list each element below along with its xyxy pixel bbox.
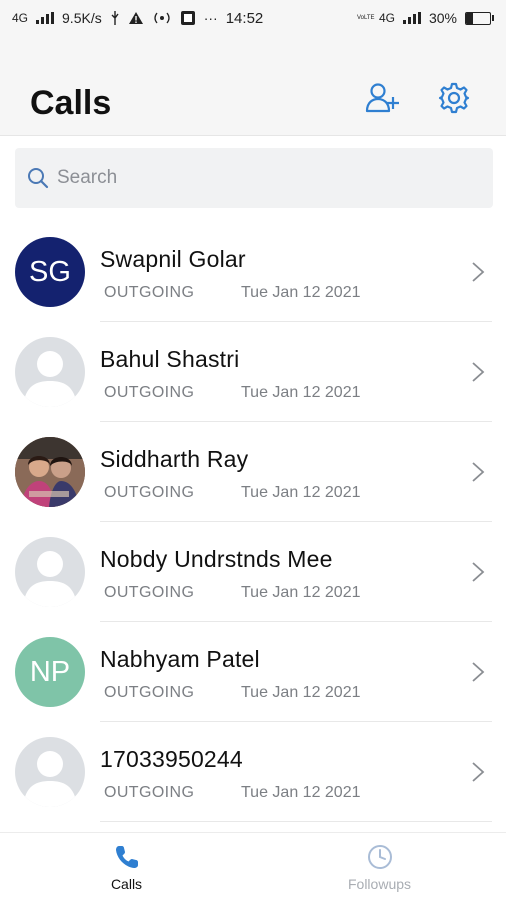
search-input[interactable] <box>57 167 457 189</box>
chevron-right-icon <box>472 562 485 582</box>
contact-photo <box>15 437 85 507</box>
status-right: VoLTE 4G 30% <box>357 10 494 26</box>
call-list-item[interactable]: NP Nabhyam Patel OUTGOING Tue Jan 12 202… <box>0 622 506 722</box>
more-notifications: ··· <box>203 10 218 26</box>
avatar <box>15 337 85 407</box>
default-person-icon <box>23 351 77 407</box>
warning-icon <box>128 12 143 24</box>
call-date: Tue Jan 12 2021 <box>241 384 361 401</box>
call-date: Tue Jan 12 2021 <box>241 784 361 801</box>
bottom-nav: Calls Followups <box>0 832 506 900</box>
call-type: OUTGOING <box>104 384 195 401</box>
chevron-right-icon <box>472 762 485 782</box>
call-list: SG Swapnil Golar OUTGOING Tue Jan 12 202… <box>0 222 506 822</box>
tab-calls-label: Calls <box>110 876 143 892</box>
call-type: OUTGOING <box>104 684 195 701</box>
usb-icon <box>111 11 119 25</box>
avatar-initials: SG <box>29 255 71 288</box>
row-divider <box>100 821 492 822</box>
chevron-right-icon <box>472 362 485 382</box>
battery-icon <box>465 11 494 25</box>
call-list-item[interactable]: Bahul Shastri OUTGOING Tue Jan 12 2021 <box>0 322 506 422</box>
contact-name: Bahul Shastri <box>100 346 240 372</box>
status-left: 4G 9.5K/s ··· 14:52 <box>12 10 263 27</box>
call-type: OUTGOING <box>104 284 195 301</box>
gear-icon <box>438 82 470 114</box>
search-icon <box>28 168 49 189</box>
phone-icon <box>115 846 138 868</box>
add-user-icon <box>365 83 399 113</box>
network-right-label: 4G <box>378 11 395 25</box>
settings-button[interactable] <box>434 78 474 118</box>
add-contact-button[interactable] <box>362 78 402 118</box>
signal-icon-right <box>402 12 421 24</box>
contact-name: Siddharth Ray <box>100 446 249 472</box>
clock: 14:52 <box>225 9 264 27</box>
call-date: Tue Jan 12 2021 <box>241 284 361 301</box>
contact-name: Nabhyam Patel <box>100 646 260 672</box>
chevron-right-icon <box>472 262 485 282</box>
contact-name: Swapnil Golar <box>100 246 246 272</box>
avatar-photo <box>15 437 85 507</box>
avatar <box>15 737 85 807</box>
call-type: OUTGOING <box>104 484 195 501</box>
call-date: Tue Jan 12 2021 <box>241 684 361 701</box>
call-list-item[interactable]: Siddharth Ray OUTGOING Tue Jan 12 2021 <box>0 422 506 522</box>
default-person-icon <box>23 751 77 807</box>
tab-calls[interactable]: Calls <box>0 833 253 900</box>
call-list-item[interactable]: 17033950244 OUTGOING Tue Jan 12 2021 <box>0 722 506 822</box>
avatar <box>15 537 85 607</box>
call-list-item[interactable]: Nobdy Undrstnds Mee OUTGOING Tue Jan 12 … <box>0 522 506 622</box>
chevron-right-icon <box>472 662 485 682</box>
search-bar[interactable] <box>15 148 493 208</box>
network-label: 4G <box>12 11 29 25</box>
notification-app-icon <box>180 11 195 25</box>
hotspot-icon <box>154 12 170 24</box>
clock-icon <box>367 845 392 869</box>
contact-name: 17033950244 <box>100 746 243 772</box>
signal-icon <box>36 12 55 24</box>
avatar: NP <box>15 637 85 707</box>
network-speed: 9.5K/s <box>62 10 102 26</box>
call-type: OUTGOING <box>104 784 195 801</box>
contact-name: Nobdy Undrstnds Mee <box>100 546 333 572</box>
status-bar: 4G 9.5K/s ··· 14:52 VoLTE 4G 30% <box>0 0 506 36</box>
volte-label: VoLTE <box>356 14 375 21</box>
app-header: Calls <box>0 36 506 136</box>
avatar-initials: NP <box>29 655 71 688</box>
tab-followups[interactable]: Followups <box>253 833 506 900</box>
avatar: SG <box>15 237 85 307</box>
call-list-item[interactable]: SG Swapnil Golar OUTGOING Tue Jan 12 202… <box>0 222 506 322</box>
battery-level <box>466 12 474 24</box>
default-person-icon <box>23 551 77 607</box>
call-date: Tue Jan 12 2021 <box>241 484 361 501</box>
chevron-right-icon <box>472 462 485 482</box>
battery-percent: 30% <box>428 10 457 26</box>
page-title: Calls <box>30 84 112 122</box>
call-type: OUTGOING <box>104 584 195 601</box>
call-date: Tue Jan 12 2021 <box>241 584 361 601</box>
tab-followups-label: Followups <box>347 876 412 892</box>
